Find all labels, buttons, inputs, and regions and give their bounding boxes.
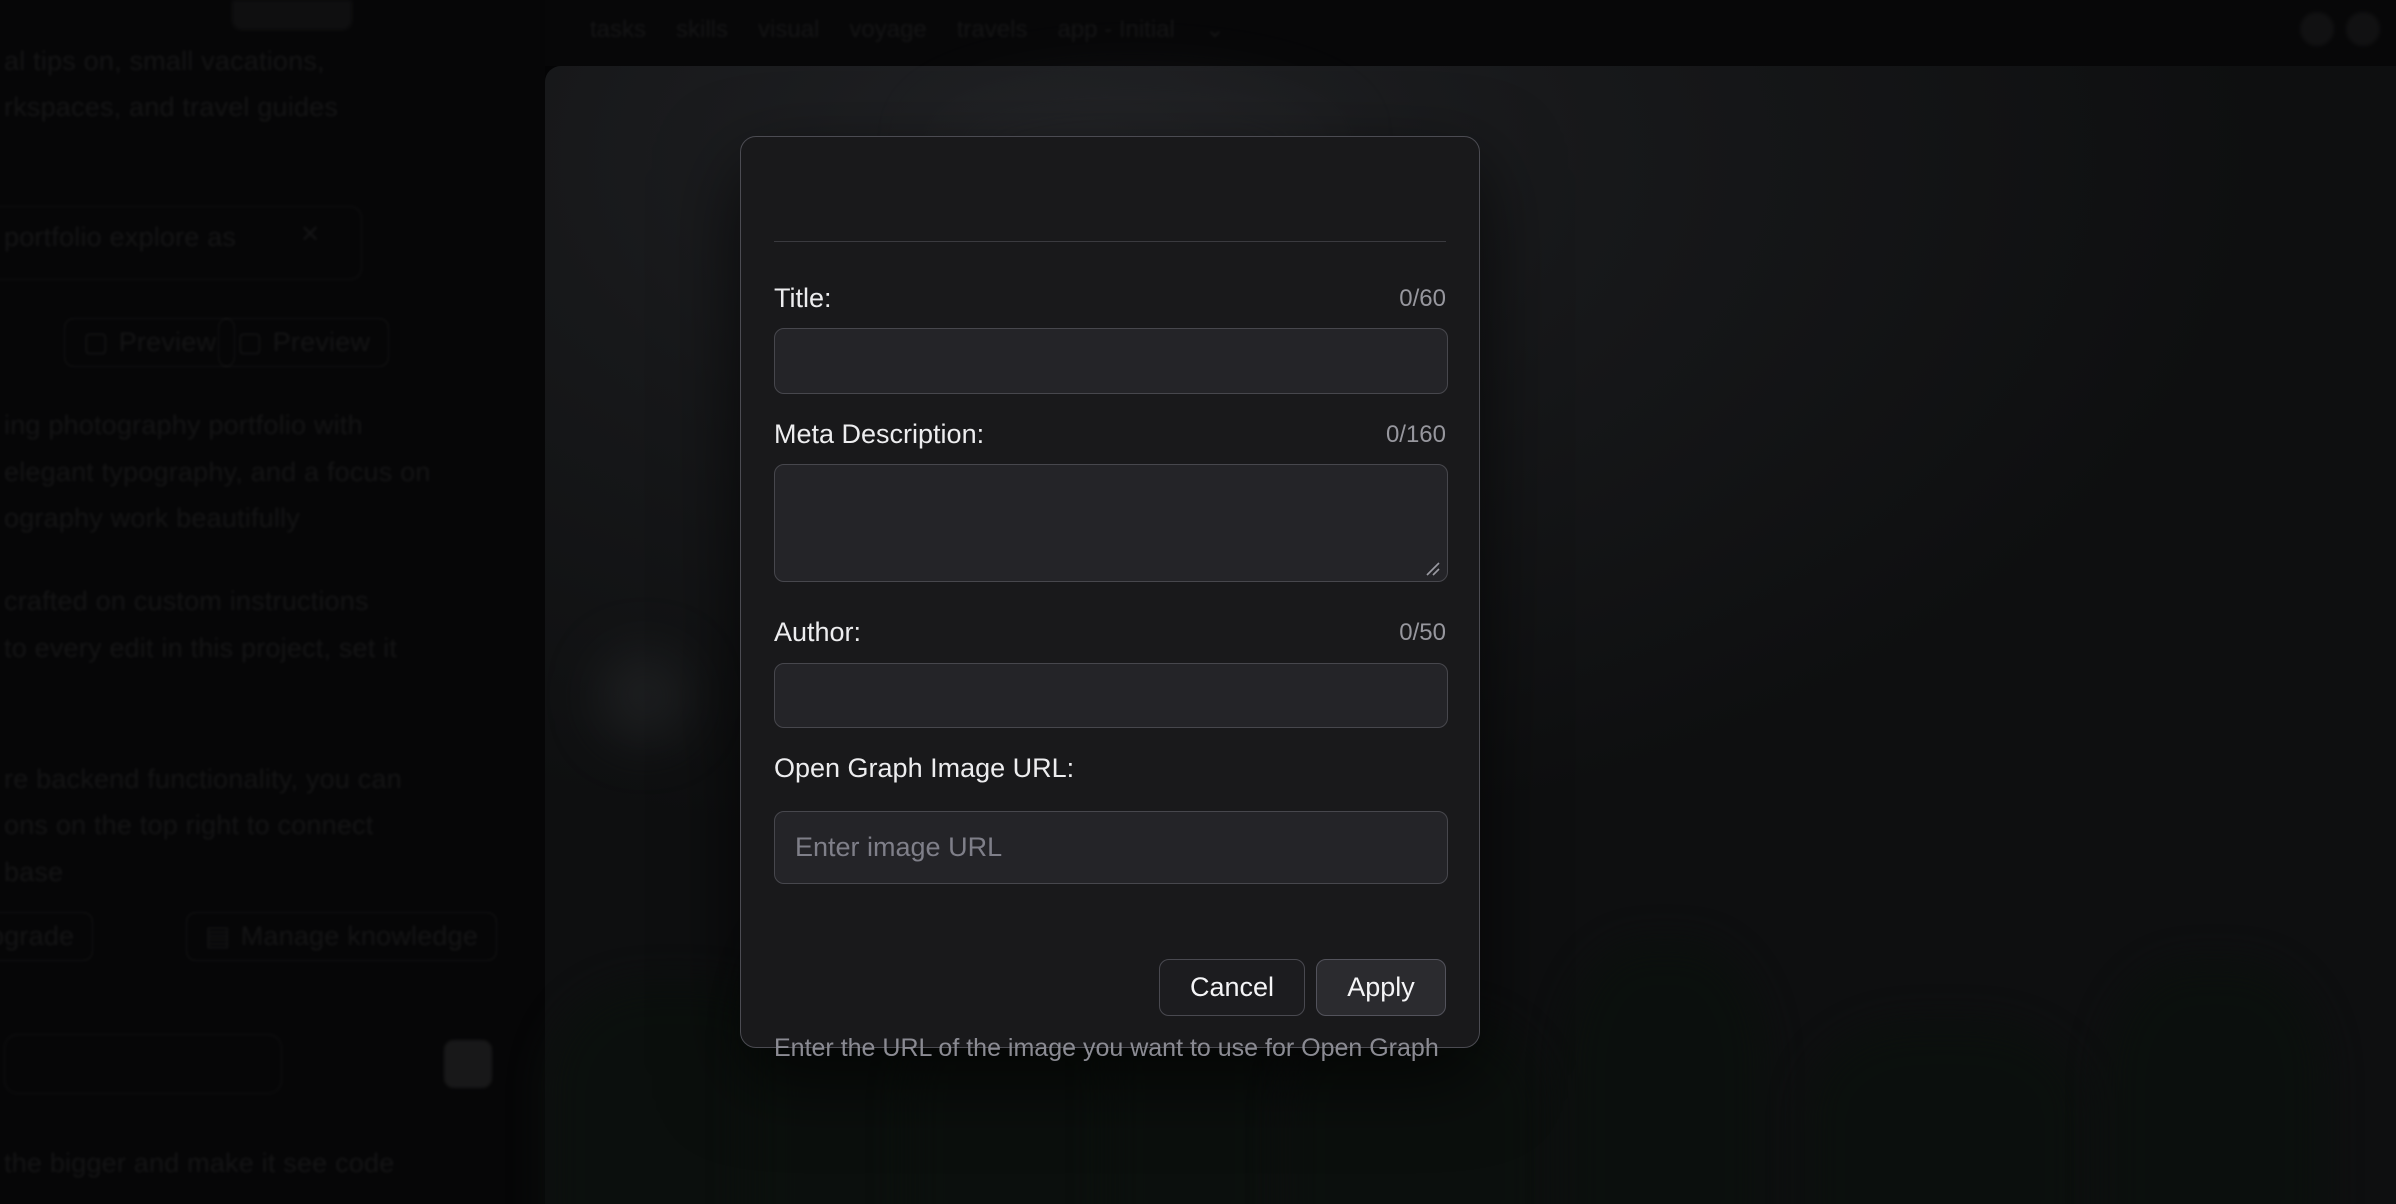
apply-button[interactable]: Apply xyxy=(1316,959,1446,1016)
title-input[interactable] xyxy=(774,328,1448,394)
app-root: al tips on, small vacations, rkspaces, a… xyxy=(0,0,2396,1204)
modal-button-row: Cancel Apply xyxy=(1159,959,1446,1016)
og-image-url-label: Open Graph Image URL: xyxy=(774,753,1074,784)
title-counter: 0/60 xyxy=(1399,285,1446,313)
author-counter: 0/50 xyxy=(1399,619,1446,647)
meta-description-label: Meta Description: xyxy=(774,419,984,450)
settings-modal: Settings Title: 0/60 Meta Description: 0… xyxy=(740,136,1480,1048)
author-input[interactable] xyxy=(774,663,1448,728)
title-label: Title: xyxy=(774,283,832,314)
og-image-url-input[interactable] xyxy=(774,811,1448,884)
divider xyxy=(774,241,1446,242)
og-helper-text: Enter the URL of the image you want to u… xyxy=(774,1034,1439,1063)
meta-description-textarea[interactable] xyxy=(774,464,1448,582)
author-label: Author: xyxy=(774,617,861,648)
cancel-button[interactable]: Cancel xyxy=(1159,959,1305,1016)
meta-description-counter: 0/160 xyxy=(1386,421,1446,449)
